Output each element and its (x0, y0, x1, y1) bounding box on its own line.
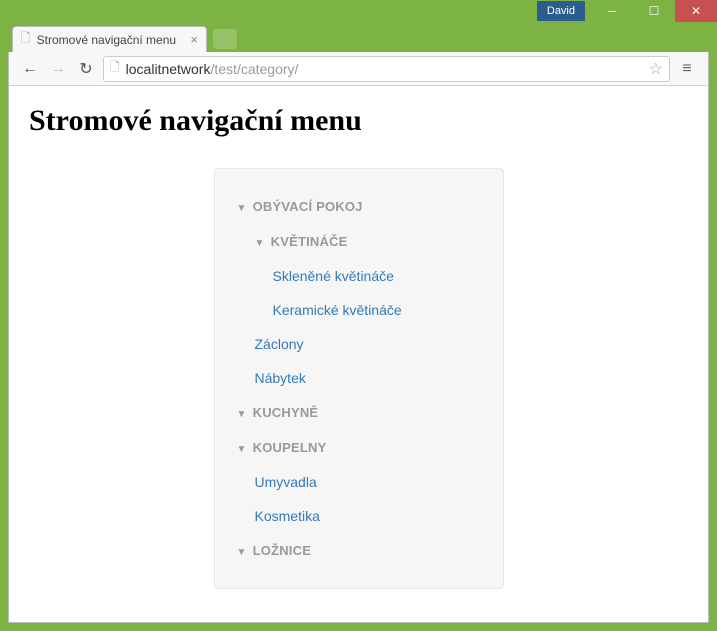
tree-category[interactable]: ▼ KVĚTINÁČE (237, 224, 481, 259)
tree-category[interactable]: ▼ KUCHYNĚ (237, 395, 481, 430)
tree-menu: ▼ OBÝVACÍ POKOJ ▼ KVĚTINÁČE Skleněné květiná… (214, 168, 504, 589)
close-icon: ✕ (691, 4, 701, 18)
tree-category-label: LOŽNICE (253, 543, 311, 558)
bookmark-star-icon[interactable]: ☆ (649, 59, 663, 79)
tree-category-label: KOUPELNY (253, 440, 327, 455)
address-bar[interactable]: 🗋 localitnetwork/test/category/ ☆ (103, 56, 670, 82)
chevron-right-icon: → (50, 60, 66, 78)
reload-button[interactable]: ↻ (75, 58, 97, 80)
tab-strip: 🗋 Stromové navigační menu × (0, 22, 717, 52)
tree-link[interactable]: Umyvadla (237, 465, 481, 499)
chevron-down-icon: ▼ (237, 444, 247, 455)
browser-toolbar: ← → ↻ 🗋 localitnetwork/test/category/ ☆ … (8, 52, 709, 86)
tree-link[interactable]: Nábytek (237, 361, 481, 395)
back-button[interactable]: ← (19, 58, 41, 80)
page-icon: 🗋 (21, 29, 31, 50)
chevron-left-icon: ← (22, 60, 38, 78)
chevron-down-icon: ▼ (237, 203, 247, 214)
forward-button[interactable]: → (47, 58, 69, 80)
page-viewport: Stromové navigační menu ▼ OBÝVACÍ POKOJ ▼ K… (8, 86, 709, 623)
tree-category-label: KUCHYNĚ (253, 405, 319, 420)
menu-icon: ≡ (682, 60, 691, 78)
tree-category-label: OBÝVACÍ POKOJ (253, 199, 363, 214)
user-badge-label: David (547, 5, 575, 17)
reload-icon: ↻ (79, 59, 92, 79)
browser-tab[interactable]: 🗋 Stromové navigační menu × (12, 26, 207, 52)
tree-link[interactable]: Skleněné květináče (237, 259, 481, 293)
tree-link[interactable]: Keramické květináče (237, 293, 481, 327)
minimize-icon: ─ (608, 4, 617, 18)
minimize-button[interactable]: ─ (591, 0, 633, 22)
url-host: localitnetwork (126, 61, 211, 77)
new-tab-button[interactable] (213, 29, 237, 49)
window-titlebar: David ─ ☐ ✕ (0, 0, 717, 22)
maximize-icon: ☐ (649, 4, 660, 18)
tree-category[interactable]: ▼ OBÝVACÍ POKOJ (237, 189, 481, 224)
tab-close-icon[interactable]: × (190, 32, 198, 47)
close-button[interactable]: ✕ (675, 0, 717, 22)
chevron-down-icon: ▼ (255, 238, 265, 249)
tab-title: Stromové navigační menu (37, 33, 187, 47)
chevron-down-icon: ▼ (237, 409, 247, 420)
tree-link[interactable]: Kosmetika (237, 499, 481, 533)
tree-category-label: KVĚTINÁČE (271, 234, 348, 249)
tree-link[interactable]: Záclony (237, 327, 481, 361)
chevron-down-icon: ▼ (237, 547, 247, 558)
site-icon: 🗋 (110, 58, 120, 79)
browser-menu-button[interactable]: ≡ (676, 58, 698, 80)
tree-category[interactable]: ▼ KOUPELNY (237, 430, 481, 465)
page-title: Stromové navigační menu (29, 104, 688, 138)
user-badge[interactable]: David (537, 1, 585, 21)
maximize-button[interactable]: ☐ (633, 0, 675, 22)
tree-category[interactable]: ▼ LOŽNICE (237, 533, 481, 568)
url-path: /test/category/ (210, 61, 298, 77)
